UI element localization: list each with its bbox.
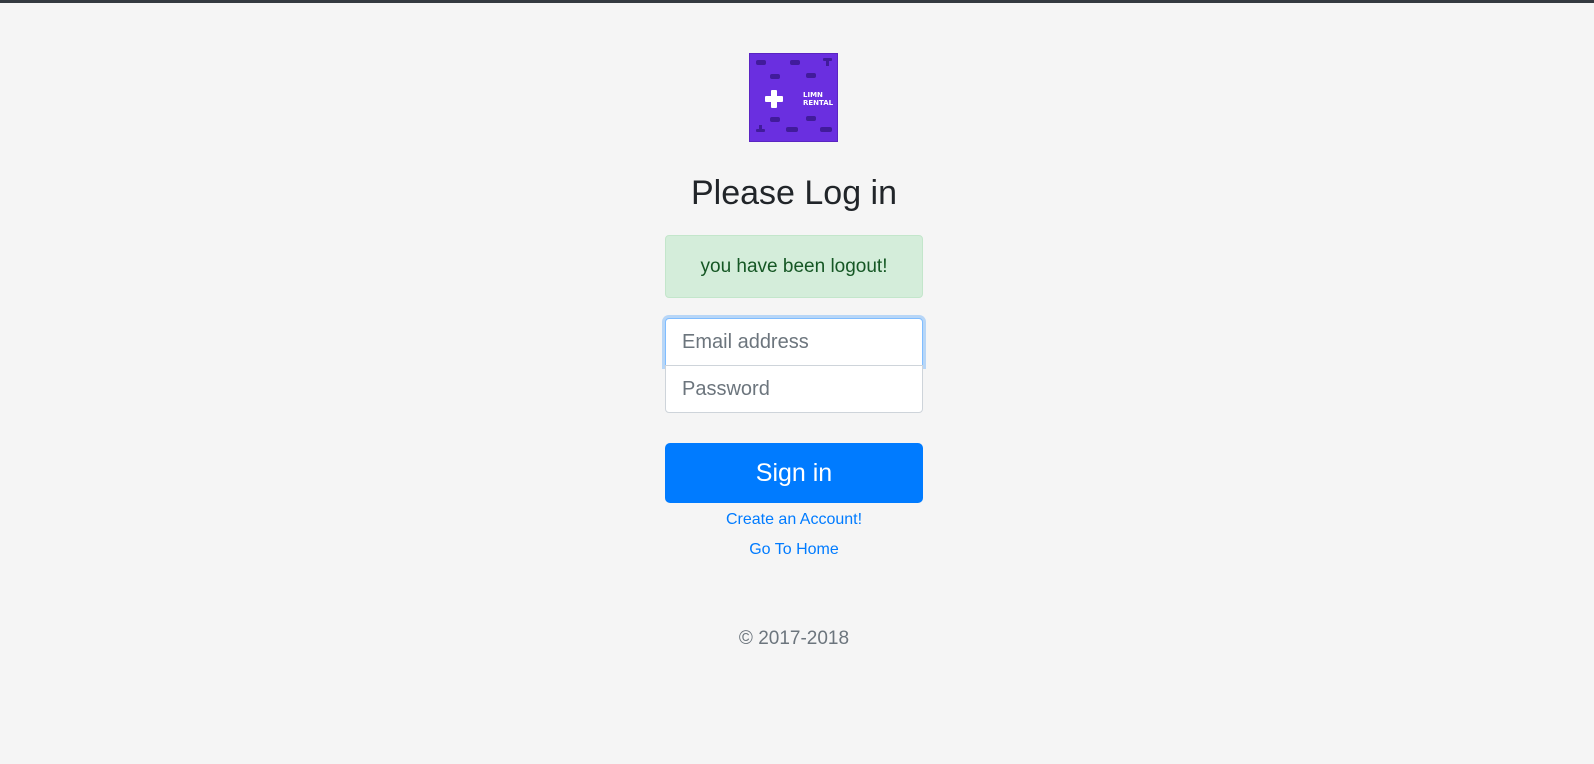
create-account-link[interactable]: Create an Account!: [665, 511, 923, 529]
logo-text-line1: LIMN: [803, 91, 823, 99]
alert-message: you have been logout!: [700, 256, 888, 277]
brand-logo: LIMN RENTAL: [749, 53, 838, 142]
top-border: [0, 0, 1594, 3]
logo-graphic: LIMN RENTAL: [750, 54, 837, 141]
sign-in-button[interactable]: Sign in: [665, 443, 923, 503]
copyright-text: © 2017-2018: [738, 628, 850, 649]
logout-alert: you have been logout!: [665, 235, 923, 298]
page-title: Please Log in: [690, 174, 898, 212]
email-input[interactable]: [665, 318, 923, 366]
password-input[interactable]: [665, 365, 923, 413]
logo-text-line2: RENTAL: [803, 99, 834, 107]
go-home-link[interactable]: Go To Home: [665, 541, 923, 559]
